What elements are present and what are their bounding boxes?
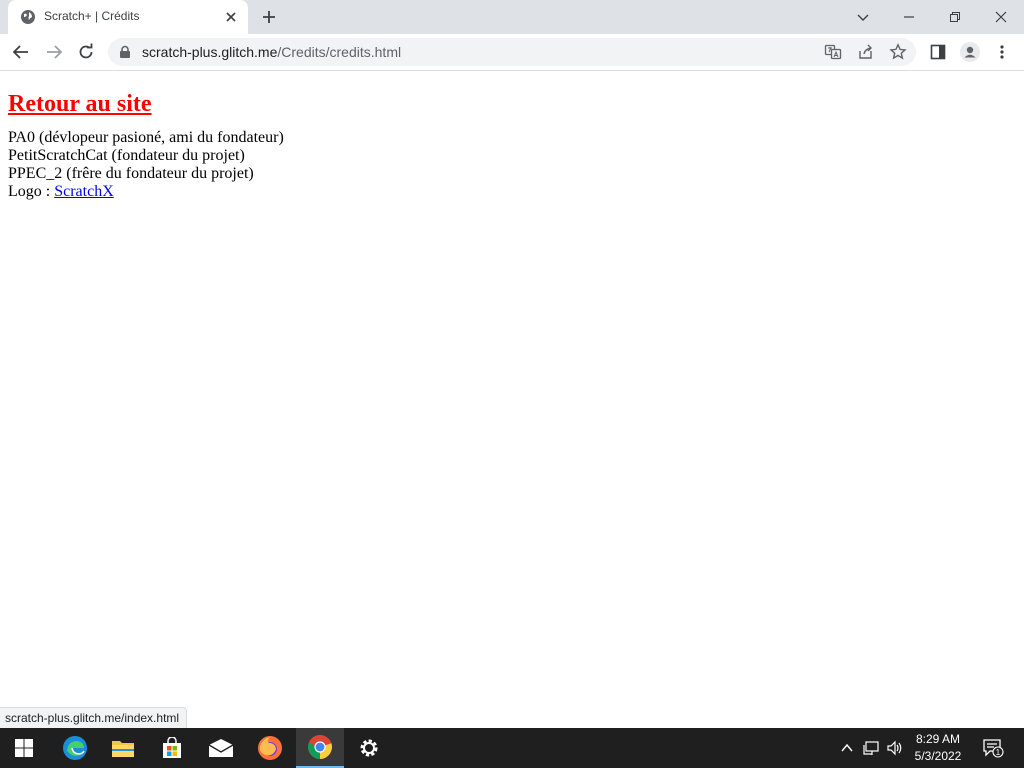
lock-icon[interactable] [118, 45, 132, 59]
side-panel-button[interactable] [928, 42, 948, 62]
logo-credit-line: Logo : ScratchX [8, 183, 1008, 201]
credit-line: PetitScratchCat (fondateur du projet) [8, 147, 245, 164]
side-panel-icon [930, 44, 946, 60]
taskbar-chrome[interactable] [296, 728, 344, 768]
translate-icon[interactable] [824, 43, 842, 61]
menu-button[interactable] [992, 42, 1012, 62]
action-center-button[interactable]: 1 [982, 738, 1004, 758]
taskbar: 8:29 AM 5/3/2022 1 [0, 728, 1024, 768]
windows-logo-icon [15, 739, 33, 757]
taskbar-settings[interactable] [345, 728, 393, 768]
taskbar-firefox[interactable] [246, 728, 294, 768]
notification-count: 1 [996, 748, 1001, 757]
mail-icon [208, 739, 234, 757]
arrow-left-icon [12, 45, 28, 59]
speaker-icon [887, 740, 902, 756]
gear-icon [360, 739, 378, 757]
chevron-down-icon [857, 14, 869, 21]
credit-line: PA0 (dévlopeur pasioné, ami du fondateur… [8, 129, 284, 146]
tab-title: Scratch+ | Crédits [44, 9, 140, 23]
new-tab-plus-icon[interactable] [259, 7, 279, 27]
chrome-icon [308, 735, 332, 759]
profile-button[interactable] [960, 42, 980, 62]
arrow-right-icon [47, 45, 63, 59]
taskbar-clock[interactable]: 8:29 AM 5/3/2022 [904, 731, 972, 765]
minimize-button[interactable] [886, 0, 932, 34]
network-button[interactable] [861, 738, 881, 758]
close-icon[interactable] [224, 10, 238, 24]
close-icon [995, 11, 1007, 23]
url-text[interactable]: scratch-plus.glitch.me/Credits/credits.h… [142, 44, 401, 60]
firefox-icon [258, 736, 282, 760]
window-close-button[interactable] [978, 0, 1024, 34]
tab-active[interactable]: Scratch+ | Crédits [8, 0, 248, 34]
kebab-menu-icon [1000, 45, 1004, 59]
folder-icon [112, 741, 134, 757]
edge-icon [63, 736, 87, 760]
page-content: Retour au site PA0 (dévlopeur pasioné, a… [8, 71, 1008, 201]
clock-time: 8:29 AM [915, 732, 961, 746]
store-bag-icon [163, 737, 181, 758]
taskbar-mail[interactable] [197, 728, 245, 768]
reload-icon [79, 43, 93, 59]
url-path: /Credits/credits.html [277, 44, 402, 60]
network-icon [863, 741, 879, 755]
chevron-up-icon [841, 743, 853, 752]
bookmark-star-icon[interactable] [889, 43, 907, 61]
start-button[interactable] [0, 728, 48, 768]
volume-button[interactable] [885, 738, 905, 758]
scratchx-link[interactable]: ScratchX [54, 183, 114, 200]
restore-button[interactable] [932, 0, 978, 34]
tab-search-button[interactable] [840, 0, 886, 34]
taskbar-store[interactable] [148, 728, 196, 768]
logo-label: Logo : [8, 183, 55, 200]
restore-icon [950, 12, 960, 22]
reload-button[interactable] [76, 42, 96, 62]
status-url-bubble: scratch-plus.glitch.me/index.html [0, 707, 188, 729]
taskbar-file-explorer[interactable] [99, 728, 147, 768]
show-hidden-icons-button[interactable] [837, 738, 857, 758]
notification-icon: 1 [983, 739, 1004, 758]
avatar-icon [960, 42, 980, 62]
credit-line: PPEC_2 (frêre du fondateur du projet) [8, 165, 254, 182]
address-bar[interactable]: scratch-plus.glitch.me/Credits/credits.h… [108, 38, 916, 66]
tab-strip: Scratch+ | Crédits [0, 0, 1024, 34]
back-button[interactable] [11, 42, 31, 62]
share-icon[interactable] [857, 43, 875, 61]
browser-toolbar: scratch-plus.glitch.me/Credits/credits.h… [0, 34, 1024, 71]
taskbar-edge[interactable] [51, 728, 99, 768]
clock-date: 5/3/2022 [914, 749, 962, 763]
minimize-icon [904, 16, 914, 18]
back-to-site-link[interactable]: Retour au site [8, 91, 152, 118]
forward-button[interactable] [44, 42, 64, 62]
globe-icon [21, 10, 35, 24]
credits-list: PA0 (dévlopeur pasioné, ami du fondateur… [8, 129, 1008, 201]
url-host: scratch-plus.glitch.me [142, 44, 278, 60]
